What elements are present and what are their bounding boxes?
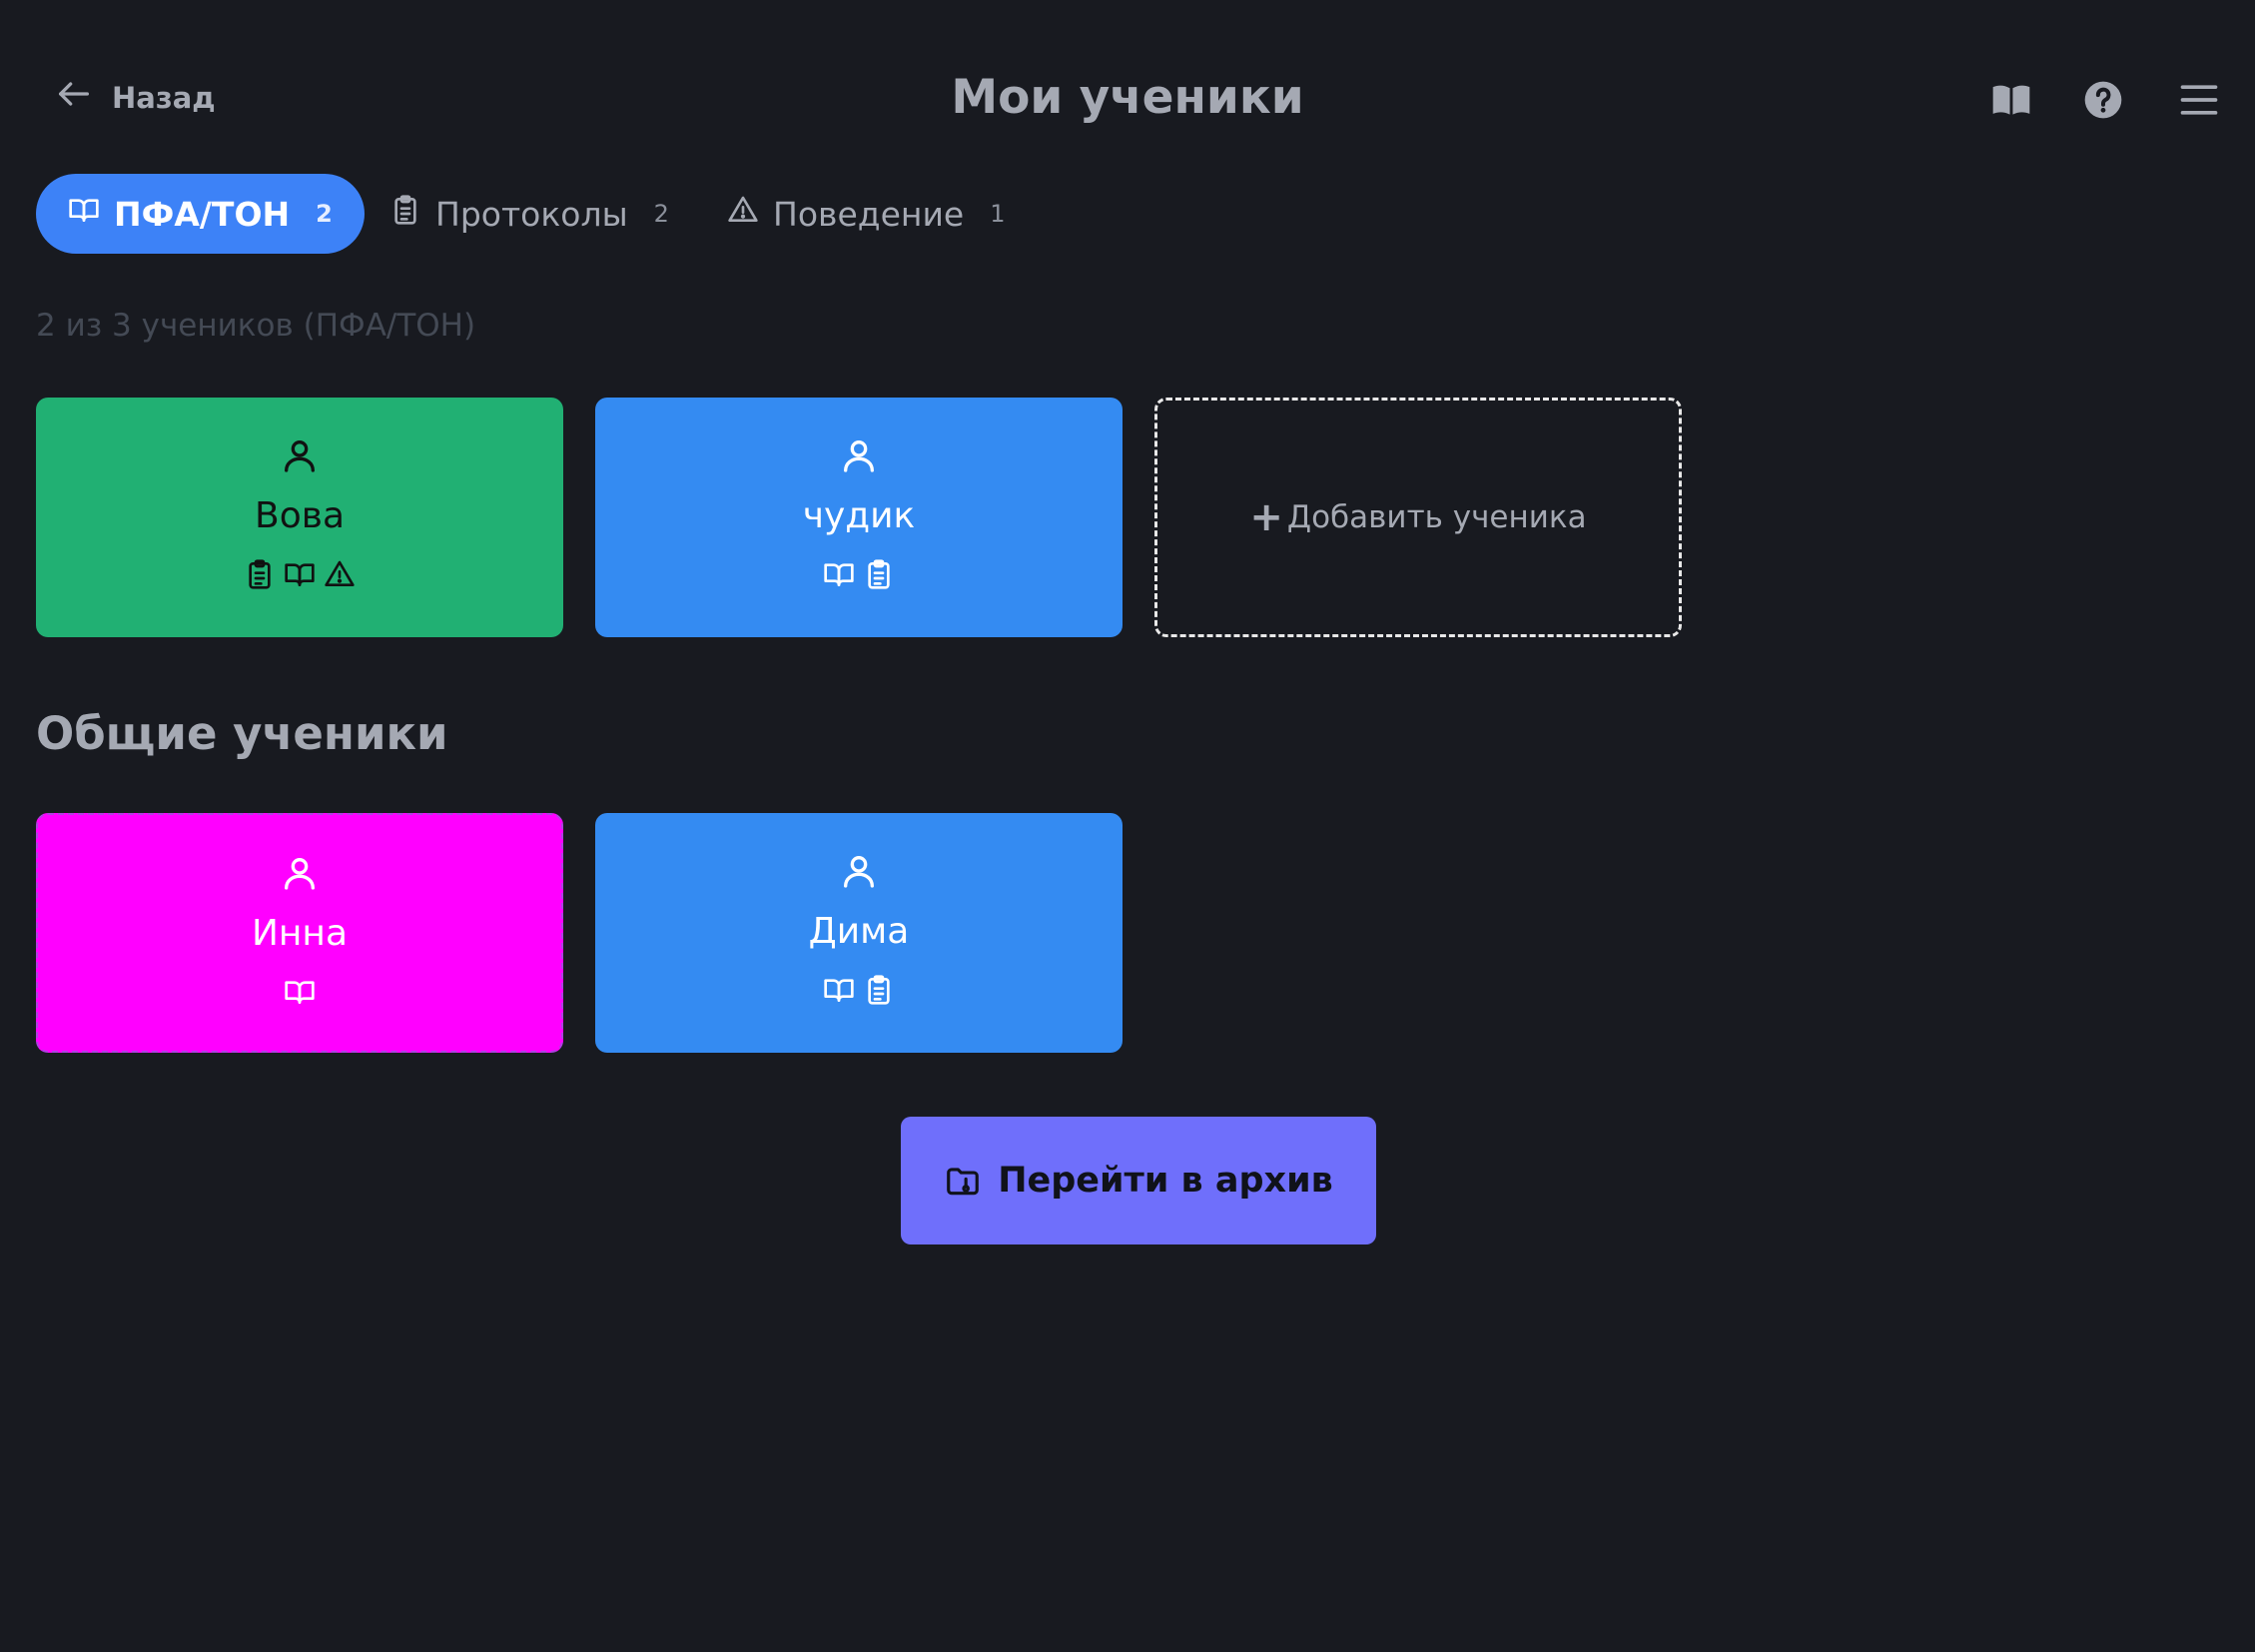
user-icon: [839, 435, 879, 475]
clipboard-icon: [244, 558, 276, 590]
book-open-icon: [284, 558, 316, 590]
help-icon[interactable]: [2081, 78, 2125, 122]
warning-icon: [727, 194, 759, 234]
tab-count: 2: [316, 200, 333, 228]
user-icon: [839, 851, 879, 891]
student-name: Дима: [808, 911, 910, 952]
student-badges: [284, 976, 316, 1008]
book-open-icon: [823, 974, 855, 1006]
student-card-chudik[interactable]: чудик: [595, 398, 1123, 637]
clipboard-icon: [863, 974, 895, 1006]
tab-pfa-ton[interactable]: ПФА/ТОН 2: [36, 174, 365, 254]
user-icon: [280, 435, 320, 475]
tab-count: 2: [653, 200, 669, 228]
plus-icon: +: [1249, 494, 1283, 540]
student-card-inna[interactable]: Инна: [36, 813, 563, 1053]
student-badges: [244, 558, 356, 590]
student-name: Инна: [251, 913, 349, 954]
tab-label: Протоколы: [435, 194, 628, 234]
student-name: Вова: [255, 495, 345, 536]
book-open-icon: [68, 194, 100, 234]
tab-label: ПФА/ТОН: [114, 194, 291, 234]
student-name: чудик: [802, 495, 916, 536]
warning-icon: [324, 558, 356, 590]
tab-count: 1: [990, 200, 1006, 228]
folder-archive-icon: [944, 1162, 982, 1200]
student-card-dima[interactable]: Дима: [595, 813, 1123, 1053]
user-icon: [280, 853, 320, 893]
student-badges: [823, 558, 895, 590]
tab-protocols[interactable]: Протоколы 2: [389, 174, 669, 254]
student-badges: [823, 974, 895, 1006]
archive-button-label: Перейти в архив: [998, 1161, 1333, 1201]
menu-icon[interactable]: [2177, 78, 2221, 122]
book-open-icon: [284, 976, 316, 1008]
tab-label: Поведение: [773, 194, 965, 234]
book-open-icon: [823, 558, 855, 590]
student-card-vova[interactable]: Вова: [36, 398, 563, 637]
tab-behavior[interactable]: Поведение 1: [727, 174, 1005, 254]
shared-students-title: Общие ученики: [36, 707, 448, 760]
clipboard-icon: [863, 558, 895, 590]
page: Назад Мои ученики ПФА/ТОН 2 Протоколы 2 …: [0, 0, 2255, 1652]
clipboard-icon: [389, 194, 421, 234]
header-actions: [0, 78, 2255, 122]
go-to-archive-button[interactable]: Перейти в архив: [901, 1117, 1376, 1244]
student-count-summary: 2 из 3 учеников (ПФА/ТОН): [36, 308, 476, 344]
book-icon[interactable]: [1989, 78, 2033, 122]
add-student-button[interactable]: + Добавить ученика: [1154, 398, 1682, 637]
add-student-label: Добавить ученика: [1286, 499, 1587, 535]
